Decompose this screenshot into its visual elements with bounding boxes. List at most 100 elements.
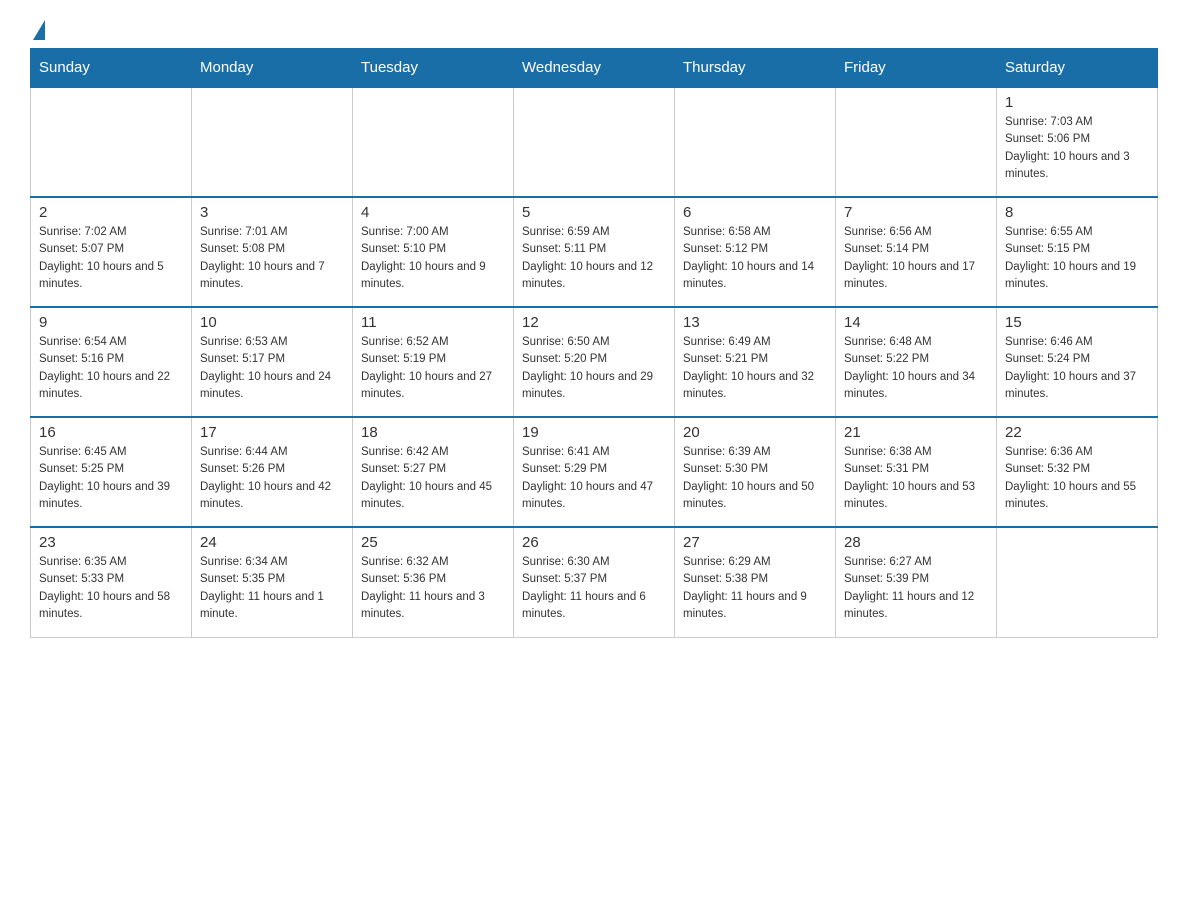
day-number: 15 — [1005, 314, 1149, 331]
day-number: 23 — [39, 534, 183, 551]
day-info: Sunrise: 6:53 AMSunset: 5:17 PMDaylight:… — [200, 334, 344, 403]
day-number: 3 — [200, 204, 344, 221]
day-info: Sunrise: 6:44 AMSunset: 5:26 PMDaylight:… — [200, 444, 344, 513]
calendar-header-row: SundayMondayTuesdayWednesdayThursdayFrid… — [31, 49, 1158, 88]
day-number: 26 — [522, 534, 666, 551]
day-number: 27 — [683, 534, 827, 551]
day-info: Sunrise: 6:49 AMSunset: 5:21 PMDaylight:… — [683, 334, 827, 403]
calendar-cell: 10 Sunrise: 6:53 AMSunset: 5:17 PMDayligh… — [192, 307, 353, 417]
day-number: 19 — [522, 424, 666, 441]
day-of-week-header: Wednesday — [514, 49, 675, 88]
calendar-cell: 14 Sunrise: 6:48 AMSunset: 5:22 PMDayligh… — [836, 307, 997, 417]
day-number: 18 — [361, 424, 505, 441]
day-number: 28 — [844, 534, 988, 551]
calendar-cell: 22 Sunrise: 6:36 AMSunset: 5:32 PMDayligh… — [997, 417, 1158, 527]
day-number: 22 — [1005, 424, 1149, 441]
calendar-cell: 24 Sunrise: 6:34 AMSunset: 5:35 PMDayligh… — [192, 527, 353, 637]
day-number: 6 — [683, 204, 827, 221]
day-number: 8 — [1005, 204, 1149, 221]
calendar-cell: 16 Sunrise: 6:45 AMSunset: 5:25 PMDayligh… — [31, 417, 192, 527]
calendar-cell — [192, 87, 353, 197]
day-number: 21 — [844, 424, 988, 441]
page-header — [30, 20, 1158, 38]
calendar-cell: 1 Sunrise: 7:03 AMSunset: 5:06 PMDaylight… — [997, 87, 1158, 197]
day-info: Sunrise: 6:41 AMSunset: 5:29 PMDaylight:… — [522, 444, 666, 513]
day-info: Sunrise: 6:42 AMSunset: 5:27 PMDaylight:… — [361, 444, 505, 513]
day-info: Sunrise: 6:35 AMSunset: 5:33 PMDaylight:… — [39, 554, 183, 623]
day-number: 9 — [39, 314, 183, 331]
day-number: 7 — [844, 204, 988, 221]
calendar-cell: 5 Sunrise: 6:59 AMSunset: 5:11 PMDaylight… — [514, 197, 675, 307]
calendar-cell: 7 Sunrise: 6:56 AMSunset: 5:14 PMDaylight… — [836, 197, 997, 307]
calendar-cell: 19 Sunrise: 6:41 AMSunset: 5:29 PMDayligh… — [514, 417, 675, 527]
calendar-week-row: 2 Sunrise: 7:02 AMSunset: 5:07 PMDaylight… — [31, 197, 1158, 307]
day-info: Sunrise: 6:59 AMSunset: 5:11 PMDaylight:… — [522, 224, 666, 293]
day-info: Sunrise: 6:52 AMSunset: 5:19 PMDaylight:… — [361, 334, 505, 403]
day-number: 2 — [39, 204, 183, 221]
calendar-cell: 21Sunrise: 6:38 AMSunset: 5:31 PMDayligh… — [836, 417, 997, 527]
day-info: Sunrise: 7:02 AMSunset: 5:07 PMDaylight:… — [39, 224, 183, 293]
logo — [30, 20, 45, 38]
calendar-cell: 27 Sunrise: 6:29 AMSunset: 5:38 PMDayligh… — [675, 527, 836, 637]
day-info: Sunrise: 6:36 AMSunset: 5:32 PMDaylight:… — [1005, 444, 1149, 513]
calendar-week-row: 9 Sunrise: 6:54 AMSunset: 5:16 PMDaylight… — [31, 307, 1158, 417]
calendar-cell: 23 Sunrise: 6:35 AMSunset: 5:33 PMDayligh… — [31, 527, 192, 637]
calendar-cell: 2 Sunrise: 7:02 AMSunset: 5:07 PMDaylight… — [31, 197, 192, 307]
day-number: 10 — [200, 314, 344, 331]
calendar-week-row: 16 Sunrise: 6:45 AMSunset: 5:25 PMDayligh… — [31, 417, 1158, 527]
day-number: 12 — [522, 314, 666, 331]
day-of-week-header: Sunday — [31, 49, 192, 88]
day-of-week-header: Tuesday — [353, 49, 514, 88]
calendar-cell — [353, 87, 514, 197]
day-number: 5 — [522, 204, 666, 221]
calendar-cell: 15 Sunrise: 6:46 AMSunset: 5:24 PMDayligh… — [997, 307, 1158, 417]
day-number: 17 — [200, 424, 344, 441]
logo-triangle-icon — [33, 20, 45, 40]
day-info: Sunrise: 6:30 AMSunset: 5:37 PMDaylight:… — [522, 554, 666, 623]
calendar-cell: 9 Sunrise: 6:54 AMSunset: 5:16 PMDaylight… — [31, 307, 192, 417]
calendar-cell: 18 Sunrise: 6:42 AMSunset: 5:27 PMDayligh… — [353, 417, 514, 527]
calendar-cell: 25 Sunrise: 6:32 AMSunset: 5:36 PMDayligh… — [353, 527, 514, 637]
calendar-table: SundayMondayTuesdayWednesdayThursdayFrid… — [30, 48, 1158, 638]
day-of-week-header: Saturday — [997, 49, 1158, 88]
calendar-cell: 13 Sunrise: 6:49 AMSunset: 5:21 PMDayligh… — [675, 307, 836, 417]
day-number: 24 — [200, 534, 344, 551]
day-info: Sunrise: 6:32 AMSunset: 5:36 PMDaylight:… — [361, 554, 505, 623]
calendar-cell — [836, 87, 997, 197]
day-info: Sunrise: 6:48 AMSunset: 5:22 PMDaylight:… — [844, 334, 988, 403]
day-info: Sunrise: 6:34 AMSunset: 5:35 PMDaylight:… — [200, 554, 344, 623]
day-info: Sunrise: 6:56 AMSunset: 5:14 PMDaylight:… — [844, 224, 988, 293]
day-number: 4 — [361, 204, 505, 221]
day-info: Sunrise: 7:00 AMSunset: 5:10 PMDaylight:… — [361, 224, 505, 293]
calendar-cell: 8 Sunrise: 6:55 AMSunset: 5:15 PMDaylight… — [997, 197, 1158, 307]
day-of-week-header: Thursday — [675, 49, 836, 88]
day-info: Sunrise: 6:55 AMSunset: 5:15 PMDaylight:… — [1005, 224, 1149, 293]
calendar-cell — [997, 527, 1158, 637]
day-info: Sunrise: 6:46 AMSunset: 5:24 PMDaylight:… — [1005, 334, 1149, 403]
calendar-cell: 20Sunrise: 6:39 AMSunset: 5:30 PMDayligh… — [675, 417, 836, 527]
day-of-week-header: Friday — [836, 49, 997, 88]
calendar-cell: 3 Sunrise: 7:01 AMSunset: 5:08 PMDaylight… — [192, 197, 353, 307]
calendar-cell: 28Sunrise: 6:27 AMSunset: 5:39 PMDayligh… — [836, 527, 997, 637]
calendar-cell: 17 Sunrise: 6:44 AMSunset: 5:26 PMDayligh… — [192, 417, 353, 527]
day-number: 1 — [1005, 94, 1149, 111]
day-info: Sunrise: 6:50 AMSunset: 5:20 PMDaylight:… — [522, 334, 666, 403]
day-info: Sunrise: 7:01 AMSunset: 5:08 PMDaylight:… — [200, 224, 344, 293]
calendar-week-row: 23 Sunrise: 6:35 AMSunset: 5:33 PMDayligh… — [31, 527, 1158, 637]
calendar-cell — [675, 87, 836, 197]
calendar-cell: 4 Sunrise: 7:00 AMSunset: 5:10 PMDaylight… — [353, 197, 514, 307]
day-info: Sunrise: 6:39 AMSunset: 5:30 PMDaylight:… — [683, 444, 827, 513]
calendar-cell: 6 Sunrise: 6:58 AMSunset: 5:12 PMDaylight… — [675, 197, 836, 307]
day-number: 13 — [683, 314, 827, 331]
day-info: Sunrise: 6:45 AMSunset: 5:25 PMDaylight:… — [39, 444, 183, 513]
calendar-cell: 11Sunrise: 6:52 AMSunset: 5:19 PMDayligh… — [353, 307, 514, 417]
day-info: Sunrise: 6:29 AMSunset: 5:38 PMDaylight:… — [683, 554, 827, 623]
day-number: 16 — [39, 424, 183, 441]
day-number: 14 — [844, 314, 988, 331]
day-info: Sunrise: 6:54 AMSunset: 5:16 PMDaylight:… — [39, 334, 183, 403]
calendar-cell: 12 Sunrise: 6:50 AMSunset: 5:20 PMDayligh… — [514, 307, 675, 417]
day-info: Sunrise: 7:03 AMSunset: 5:06 PMDaylight:… — [1005, 114, 1149, 183]
day-number: 25 — [361, 534, 505, 551]
calendar-cell — [31, 87, 192, 197]
day-info: Sunrise: 6:58 AMSunset: 5:12 PMDaylight:… — [683, 224, 827, 293]
